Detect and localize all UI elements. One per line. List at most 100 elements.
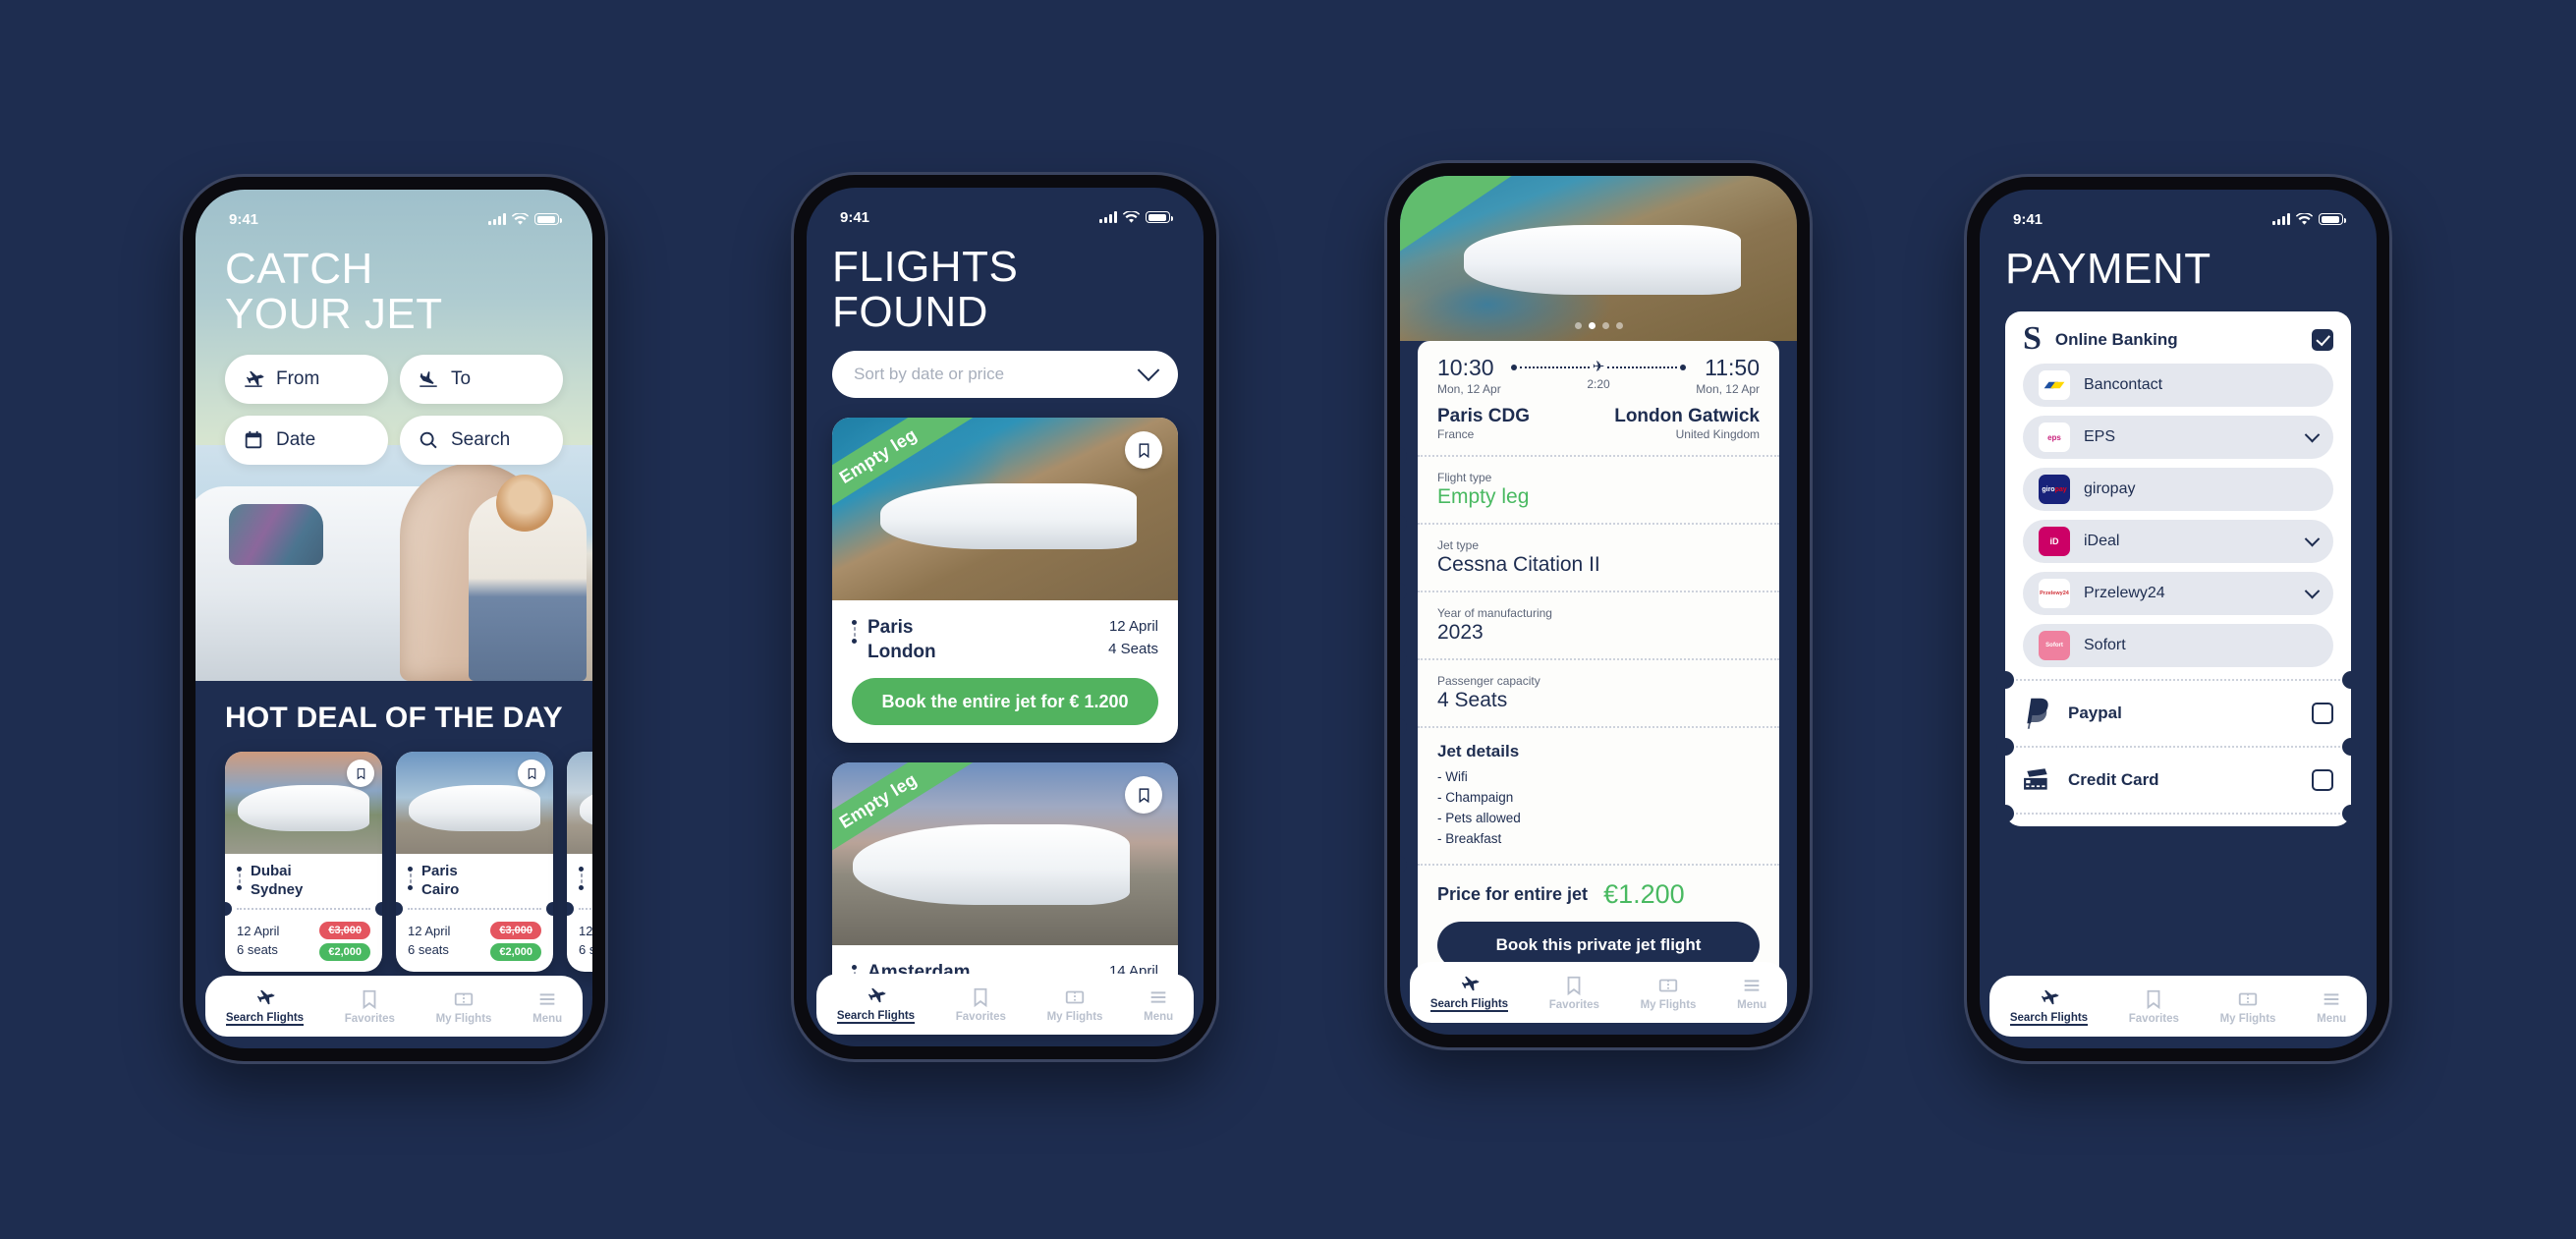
tab-search-flights[interactable]: Search Flights — [225, 987, 305, 1026]
route-dots-icon — [579, 863, 584, 900]
payment-option-credit-card[interactable]: Credit Card — [1996, 738, 2360, 813]
arrive-country: United Kingdom — [1675, 427, 1760, 441]
plane-takeoff-icon — [1457, 974, 1481, 995]
online-banking-row[interactable]: S Online Banking — [2023, 322, 2333, 356]
book-entire-jet-button[interactable]: Book the entire jet for € 1.200 — [852, 678, 1158, 725]
date-field[interactable]: Date — [225, 416, 388, 466]
tab-favorites[interactable]: Favorites — [345, 988, 395, 1025]
calendar-icon — [243, 429, 264, 451]
tab-label: My Flights — [435, 1012, 492, 1025]
chevron-down-icon[interactable] — [2304, 426, 2321, 443]
search-button[interactable]: Search — [400, 416, 563, 466]
battery-icon — [1146, 211, 1173, 223]
deal-from: Dubai — [251, 863, 292, 880]
jet-type-label: Jet type — [1437, 538, 1480, 552]
tab-label: Menu — [532, 1012, 563, 1025]
route-dots-icon — [408, 863, 413, 900]
bookmark-icon — [1562, 975, 1586, 996]
deal-card[interactable]: Dubai Amsterdam 12 April 6 seats — [567, 752, 592, 972]
deal-to: Cairo — [421, 881, 460, 899]
tab-my-flights[interactable]: My Flights — [1046, 986, 1103, 1023]
deal-seats: 6 seats — [579, 941, 592, 957]
tab-menu[interactable]: Menu — [1144, 986, 1173, 1023]
tab-menu[interactable]: Menu — [1737, 975, 1766, 1011]
status-bar: 9:41 — [196, 190, 592, 235]
paypal-checkbox[interactable] — [2312, 703, 2333, 725]
search-icon — [418, 429, 439, 451]
online-banking-checkbox[interactable] — [2312, 328, 2333, 351]
deal-card[interactable]: Dubai Sydney 12 April 6 seats €3,000 €2,… — [225, 752, 382, 972]
giropay-logo: giro pay — [2039, 475, 2070, 505]
tab-my-flights[interactable]: My Flights — [435, 988, 492, 1025]
bank-option-sofort[interactable]: Sofort Sofort — [2023, 624, 2333, 668]
bookmark-icon[interactable] — [1125, 431, 1162, 470]
ticket-card: 10:30 Mon, 12 Apr ✈ 2:20 11:50 Mon, 12 A… — [1400, 341, 1797, 983]
tab-search-flights[interactable]: Search Flights — [1429, 974, 1509, 1012]
flight-path: ✈ 2:20 — [1501, 360, 1697, 391]
credit-card-checkbox[interactable] — [2312, 769, 2333, 792]
online-banking-label: Online Banking — [2054, 329, 2178, 349]
tab-label: My Flights — [1046, 1010, 1103, 1023]
tab-favorites[interactable]: Favorites — [2129, 988, 2179, 1025]
tab-label: Favorites — [955, 1010, 1006, 1023]
hot-deal-carousel[interactable]: Dubai Sydney 12 April 6 seats €3,000 €2,… — [225, 752, 592, 972]
status-time: 9:41 — [229, 210, 259, 228]
cellular-signal-icon — [488, 213, 506, 225]
carousel-dots[interactable] — [1400, 322, 1797, 329]
bank-option-eps[interactable]: eps EPS — [2023, 416, 2333, 460]
bookmark-icon[interactable] — [518, 760, 545, 788]
bank-option-ideal[interactable]: iD iDeal — [2023, 520, 2333, 564]
tab-my-flights[interactable]: My Flights — [1640, 975, 1697, 1011]
tab-favorites[interactable]: Favorites — [956, 986, 1006, 1023]
tab-menu[interactable]: Menu — [532, 988, 562, 1025]
bookmark-icon[interactable] — [1125, 776, 1162, 814]
deal-old-price: €3,000 — [319, 921, 370, 939]
ticket-icon — [1063, 986, 1087, 1008]
deal-seats: 6 seats — [408, 941, 449, 957]
cellular-signal-icon — [1099, 211, 1117, 223]
flight-result-card[interactable]: Empty leg Paris London 12 April 4 Seats … — [832, 418, 1178, 743]
to-field[interactable]: To — [400, 355, 563, 405]
bank-name: Sofort — [2084, 637, 2126, 654]
deal-to: Sydney — [251, 881, 304, 899]
status-time: 9:41 — [2013, 210, 2044, 228]
bancontact-logo — [2039, 370, 2070, 401]
bookmark-icon[interactable] — [347, 760, 374, 788]
plane-icon: ✈ — [1592, 359, 1605, 375]
tab-search-flights[interactable]: Search Flights — [836, 986, 916, 1024]
bank-option-bancontact[interactable]: Bancontact — [2023, 364, 2333, 408]
arrive-airport: London Gatwick — [1614, 406, 1760, 426]
bank-option-przelewy24[interactable]: Przelewy24 Przelewy24 — [2023, 572, 2333, 616]
battery-icon — [2319, 213, 2346, 225]
capacity-label: Passenger capacity — [1437, 674, 1540, 688]
tab-favorites[interactable]: Favorites — [1549, 975, 1599, 1011]
payment-methods-card: S Online Banking Bancontact eps EPS giro… — [1996, 311, 2360, 827]
wifi-icon — [2296, 212, 2313, 225]
flight-date: 12 April — [1108, 618, 1158, 636]
screen-flight-detail: 10:30 Mon, 12 Apr ✈ 2:20 11:50 Mon, 12 A… — [1400, 176, 1797, 1035]
tab-label: Favorites — [1548, 998, 1599, 1011]
deal-card[interactable]: Paris Cairo 12 April 6 seats €3,000 €2,0… — [396, 752, 553, 972]
sort-dropdown[interactable]: Sort by date or price — [832, 351, 1178, 399]
paypal-logo — [2023, 697, 2052, 730]
tab-menu[interactable]: Menu — [2317, 988, 2346, 1025]
hamburger-menu-icon — [2320, 988, 2343, 1010]
tab-my-flights[interactable]: My Flights — [2220, 988, 2275, 1025]
deal-from: Paris — [421, 863, 458, 880]
search-button-label: Search — [451, 429, 511, 451]
route-dots-icon — [852, 616, 857, 664]
year-section: Year of manufacturing 2023 — [1400, 583, 1797, 658]
bank-option-giropay[interactable]: giro pay giropay — [2023, 468, 2333, 512]
tab-search-flights[interactable]: Search Flights — [2009, 987, 2089, 1026]
jet-detail-item: - Breakfast — [1437, 830, 1502, 846]
tab-label: My Flights — [1640, 998, 1697, 1011]
capacity-value: 4 Seats — [1437, 689, 1508, 711]
paypal-label: Paypal — [2068, 704, 2122, 723]
chevron-down-icon[interactable] — [2304, 531, 2321, 547]
wifi-icon — [512, 212, 529, 225]
sofort-logo: Sofort — [2039, 631, 2070, 661]
from-field[interactable]: From — [225, 355, 388, 405]
payment-option-paypal[interactable]: Paypal — [1996, 671, 2360, 746]
hero-section: CATCH YOUR JET From To Date Search — [196, 190, 592, 681]
chevron-down-icon[interactable] — [2304, 583, 2321, 599]
